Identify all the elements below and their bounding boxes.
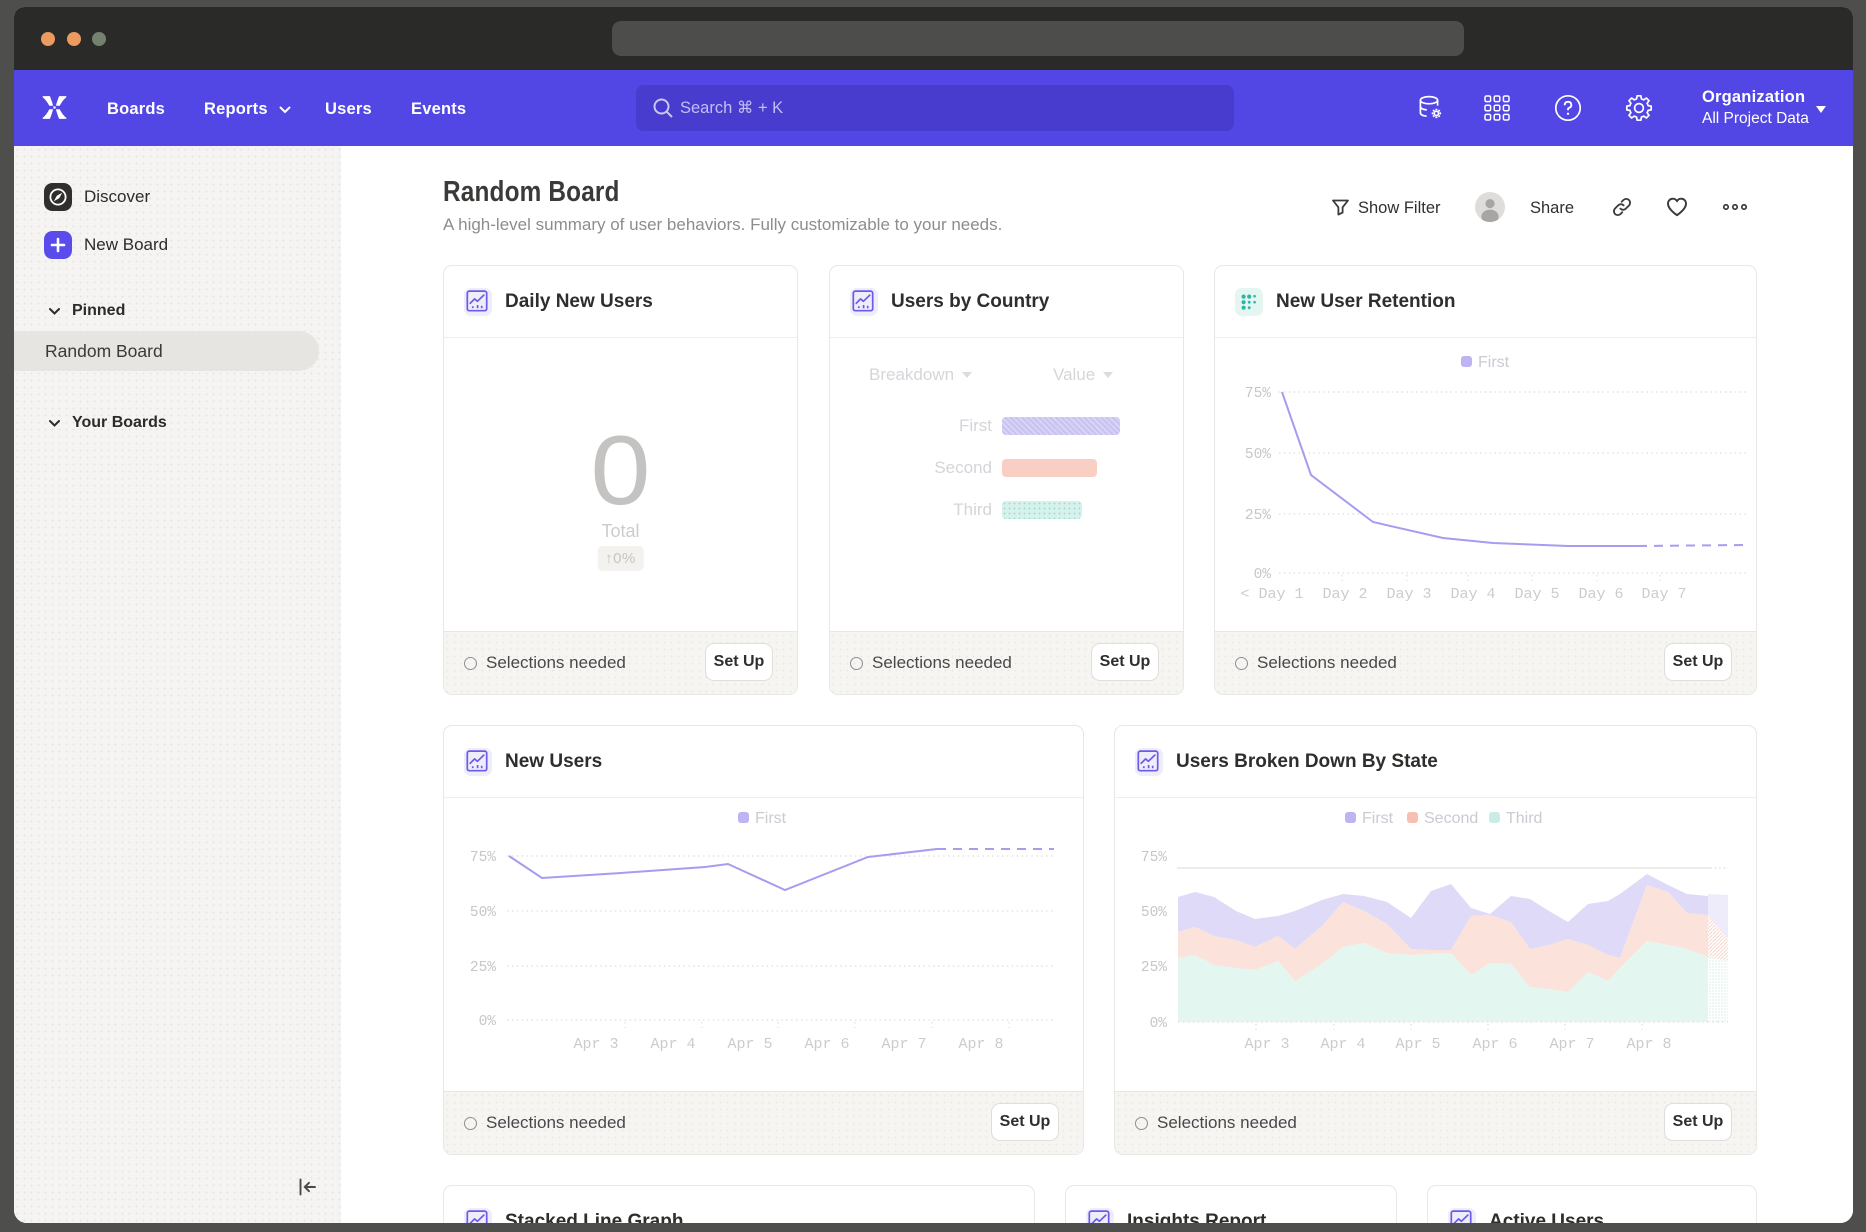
svg-text:0%: 0% xyxy=(1254,567,1272,583)
svg-text:Apr 4: Apr 4 xyxy=(1320,1036,1365,1053)
svg-text:Apr 5: Apr 5 xyxy=(1395,1036,1440,1053)
svg-text:Day 2: Day 2 xyxy=(1322,586,1367,603)
svg-text:Apr 3: Apr 3 xyxy=(1244,1036,1289,1053)
svg-text:Apr 8: Apr 8 xyxy=(1626,1036,1671,1053)
svg-text:Third: Third xyxy=(1506,810,1542,827)
svg-text:50%: 50% xyxy=(470,905,496,921)
svg-text:First: First xyxy=(755,810,787,827)
svg-text:Day 6: Day 6 xyxy=(1578,586,1623,603)
svg-text:Apr 7: Apr 7 xyxy=(1549,1036,1594,1053)
svg-text:Apr 3: Apr 3 xyxy=(573,1036,618,1053)
svg-text:75%: 75% xyxy=(1141,850,1167,866)
svg-text:Apr 4: Apr 4 xyxy=(650,1036,695,1053)
svg-text:Day 4: Day 4 xyxy=(1450,586,1495,603)
svg-text:25%: 25% xyxy=(1245,508,1271,524)
svg-text:0%: 0% xyxy=(1150,1016,1168,1032)
svg-text:25%: 25% xyxy=(1141,960,1167,976)
svg-text:Apr 6: Apr 6 xyxy=(1472,1036,1517,1053)
svg-text:Day 1: Day 1 xyxy=(1258,586,1303,603)
svg-text:First: First xyxy=(1362,810,1394,827)
svg-text:75%: 75% xyxy=(470,850,496,866)
svg-text:Day 5: Day 5 xyxy=(1514,586,1559,603)
svg-text:<: < xyxy=(1240,586,1249,603)
svg-text:Apr 5: Apr 5 xyxy=(727,1036,772,1053)
svg-text:50%: 50% xyxy=(1245,447,1271,463)
svg-text:Apr 8: Apr 8 xyxy=(958,1036,1003,1053)
svg-text:50%: 50% xyxy=(1141,905,1167,921)
svg-text:0%: 0% xyxy=(479,1014,497,1030)
svg-text:Apr 6: Apr 6 xyxy=(804,1036,849,1053)
svg-text:Second: Second xyxy=(1424,810,1478,827)
svg-text:Day 7: Day 7 xyxy=(1641,586,1686,603)
svg-text:Apr 7: Apr 7 xyxy=(881,1036,926,1053)
svg-text:Day 3: Day 3 xyxy=(1386,586,1431,603)
svg-text:75%: 75% xyxy=(1245,386,1271,402)
svg-text:25%: 25% xyxy=(470,960,496,976)
svg-text:First: First xyxy=(1478,354,1510,371)
